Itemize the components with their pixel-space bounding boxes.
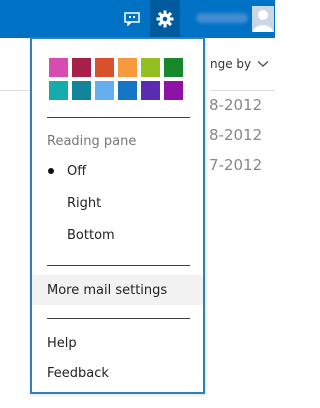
chat-icon [124, 12, 140, 26]
theme-swatch[interactable] [118, 81, 137, 100]
chevron-down-icon [257, 60, 269, 67]
settings-button[interactable] [150, 0, 180, 38]
mail-date: 7-2012 [209, 156, 263, 174]
theme-swatch[interactable] [141, 81, 160, 100]
top-bar [0, 0, 275, 38]
reading-pane-right[interactable]: Right [32, 188, 203, 218]
chat-button[interactable] [120, 0, 144, 38]
more-mail-settings[interactable]: More mail settings [32, 275, 203, 305]
theme-swatch[interactable] [118, 58, 137, 77]
account-avatar[interactable] [252, 6, 274, 32]
mail-date: 8-2012 [209, 126, 263, 144]
reading-pane-off[interactable]: Off [32, 156, 203, 186]
theme-swatch[interactable] [164, 81, 183, 100]
feedback-link[interactable]: Feedback [32, 358, 203, 388]
theme-swatch[interactable] [49, 58, 68, 77]
person-icon [253, 10, 273, 32]
theme-swatch[interactable] [49, 81, 68, 100]
theme-swatch[interactable] [141, 58, 160, 77]
theme-swatch[interactable] [72, 58, 91, 77]
account-name-blurred[interactable] [196, 13, 248, 23]
theme-swatch[interactable] [164, 58, 183, 77]
reading-pane-heading: Reading pane [47, 134, 137, 149]
help-link[interactable]: Help [32, 328, 203, 358]
menu-item-label: Feedback [47, 365, 109, 381]
menu-item-label: More mail settings [47, 282, 168, 298]
menu-divider [47, 117, 190, 118]
arrange-by-dropdown[interactable]: nge by [210, 57, 269, 71]
menu-item-label: Help [47, 335, 77, 351]
divider [210, 90, 275, 91]
menu-divider [47, 265, 190, 266]
reading-pane-bottom[interactable]: Bottom [32, 220, 203, 250]
gear-icon [156, 10, 174, 28]
option-label: Off [67, 163, 87, 179]
theme-swatch[interactable] [95, 58, 114, 77]
arrange-by-label: nge by [210, 57, 252, 71]
theme-swatch[interactable] [95, 81, 114, 100]
option-label: Bottom [67, 227, 115, 243]
option-label: Right [67, 195, 102, 211]
theme-swatch[interactable] [72, 81, 91, 100]
menu-divider [47, 318, 190, 319]
settings-menu: Reading pane Off Right Bottom More mail … [30, 37, 205, 394]
selected-dot-icon [48, 168, 54, 174]
divider [0, 90, 30, 91]
mail-date: 8-2012 [209, 96, 263, 114]
